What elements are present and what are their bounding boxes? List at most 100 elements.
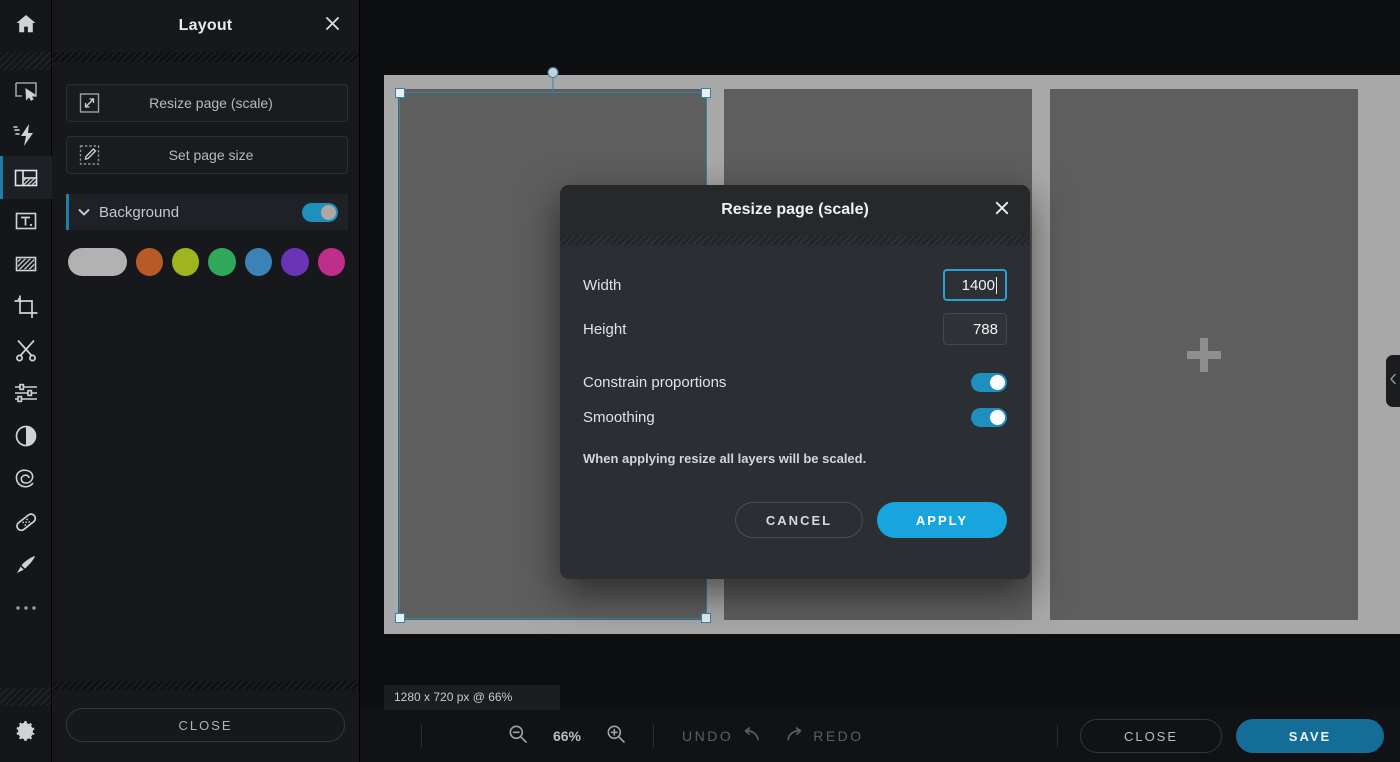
set-page-size-label: Set page size <box>67 147 347 163</box>
swatch-purple[interactable] <box>281 248 308 276</box>
settings-button[interactable] <box>0 706 52 762</box>
apply-button[interactable]: APPLY <box>877 502 1007 538</box>
zoom-in-button[interactable] <box>605 725 627 747</box>
undo-arrow-icon <box>741 727 760 745</box>
smoothing-row: Smoothing <box>583 408 1007 427</box>
toolbar-divider-2 <box>653 725 654 747</box>
set-page-size-button[interactable]: Set page size <box>66 136 348 174</box>
panel-body: Resize page (scale) Set page size Backgr… <box>52 62 359 681</box>
layout-tool[interactable] <box>0 156 52 199</box>
cancel-button[interactable]: CANCEL <box>735 502 863 538</box>
redo-button[interactable]: REDO <box>786 727 863 745</box>
swatch-orange[interactable] <box>136 248 163 276</box>
undo-label: UNDO <box>682 728 733 744</box>
contrast-tool[interactable] <box>0 414 52 457</box>
contrast-circle-icon <box>13 423 39 449</box>
cut-tool[interactable] <box>0 328 52 371</box>
height-label: Height <box>583 321 943 338</box>
zoom-in-icon <box>606 724 626 749</box>
swatch-blue[interactable] <box>245 248 272 276</box>
swirl-tool[interactable] <box>0 457 52 500</box>
panel-footer-divider <box>52 681 359 690</box>
sliders-icon <box>13 380 39 406</box>
adjust-tool[interactable] <box>0 371 52 414</box>
smoothing-toggle[interactable] <box>971 408 1007 427</box>
canvas-status-label: 1280 x 720 px @ 66% <box>384 685 560 710</box>
background-toggle[interactable] <box>302 203 338 222</box>
width-input[interactable]: 1400 <box>943 269 1007 301</box>
close-icon <box>994 200 1010 221</box>
fill-tool[interactable] <box>0 242 52 285</box>
brush-icon <box>13 552 39 578</box>
constrain-toggle[interactable] <box>971 373 1007 392</box>
bandage-icon <box>13 509 39 535</box>
undo-button[interactable]: UNDO <box>682 727 760 745</box>
home-icon <box>14 12 38 41</box>
resize-page-button[interactable]: Resize page (scale) <box>66 84 348 122</box>
panel-footer: CLOSE <box>52 681 359 762</box>
panel-close-button[interactable] <box>319 13 345 39</box>
save-button[interactable]: SAVE <box>1236 719 1384 753</box>
image-editor-window: Layout Resize page (scale) Set page size <box>0 0 1400 762</box>
redo-label: REDO <box>813 728 863 744</box>
swatch-magenta[interactable] <box>318 248 345 276</box>
tool-rail <box>0 0 52 762</box>
gear-icon <box>13 719 38 749</box>
select-tool[interactable] <box>0 70 52 113</box>
zoom-controls: 66% <box>507 725 627 747</box>
toolbar-divider <box>421 725 422 747</box>
constrain-label: Constrain proportions <box>583 374 971 391</box>
page-3[interactable] <box>1050 89 1358 620</box>
tool-list <box>0 70 52 629</box>
dialog-title: Resize page (scale) <box>721 201 869 219</box>
page-title: Layout <box>179 17 233 35</box>
rail-separator-bottom <box>0 688 52 706</box>
text-caret <box>996 277 997 294</box>
rail-bottom <box>0 688 52 762</box>
constrain-row: Constrain proportions <box>583 373 1007 392</box>
swatch-lime[interactable] <box>172 248 199 276</box>
ellipsis-icon <box>13 595 39 621</box>
zoom-out-button[interactable] <box>507 725 529 747</box>
bottom-actions: CLOSE SAVE <box>1057 719 1400 753</box>
spiral-icon <box>13 466 39 492</box>
panel-close-action-button[interactable]: CLOSE <box>66 708 345 742</box>
chevron-left-icon <box>1389 372 1397 390</box>
more-tools[interactable] <box>0 586 52 629</box>
set-page-size-icon <box>79 145 100 166</box>
smoothing-label: Smoothing <box>583 409 971 426</box>
toolbar-divider-3 <box>1057 725 1058 747</box>
resize-scale-icon <box>79 93 100 114</box>
text-tool[interactable] <box>0 199 52 242</box>
height-input[interactable]: 788 <box>943 313 1007 345</box>
close-button[interactable]: CLOSE <box>1080 719 1222 753</box>
bottom-toolbar: 66% UNDO REDO CLO <box>361 710 1400 762</box>
quick-effects-tool[interactable] <box>0 113 52 156</box>
scissors-icon <box>13 337 39 363</box>
swatch-green[interactable] <box>208 248 235 276</box>
crop-tool[interactable] <box>0 285 52 328</box>
zoom-out-icon <box>508 724 528 749</box>
background-section-label: Background <box>99 204 302 221</box>
plus-icon <box>1187 338 1221 372</box>
brush-tool[interactable] <box>0 543 52 586</box>
text-box-icon <box>13 208 39 234</box>
dialog-close-button[interactable] <box>990 198 1014 222</box>
rail-separator <box>0 52 52 70</box>
dialog-actions: CANCEL APPLY <box>560 466 1030 538</box>
dialog-header-divider <box>560 235 1030 245</box>
panel-header: Layout <box>52 0 359 52</box>
right-panel-expand-tab[interactable] <box>1386 355 1400 407</box>
swatch-gray[interactable] <box>68 248 127 276</box>
home-button[interactable] <box>0 0 52 52</box>
toggle-knob <box>990 375 1005 390</box>
heal-tool[interactable] <box>0 500 52 543</box>
width-label: Width <box>583 277 943 294</box>
zoom-level-label: 66% <box>547 728 587 744</box>
redo-arrow-icon <box>786 727 805 745</box>
height-value: 788 <box>973 321 998 338</box>
background-section-header[interactable]: Background <box>66 194 348 230</box>
history-controls: UNDO REDO <box>682 727 864 745</box>
dialog-note: When applying resize all layers will be … <box>583 451 1007 466</box>
layout-panel: Layout Resize page (scale) Set page size <box>52 0 360 762</box>
